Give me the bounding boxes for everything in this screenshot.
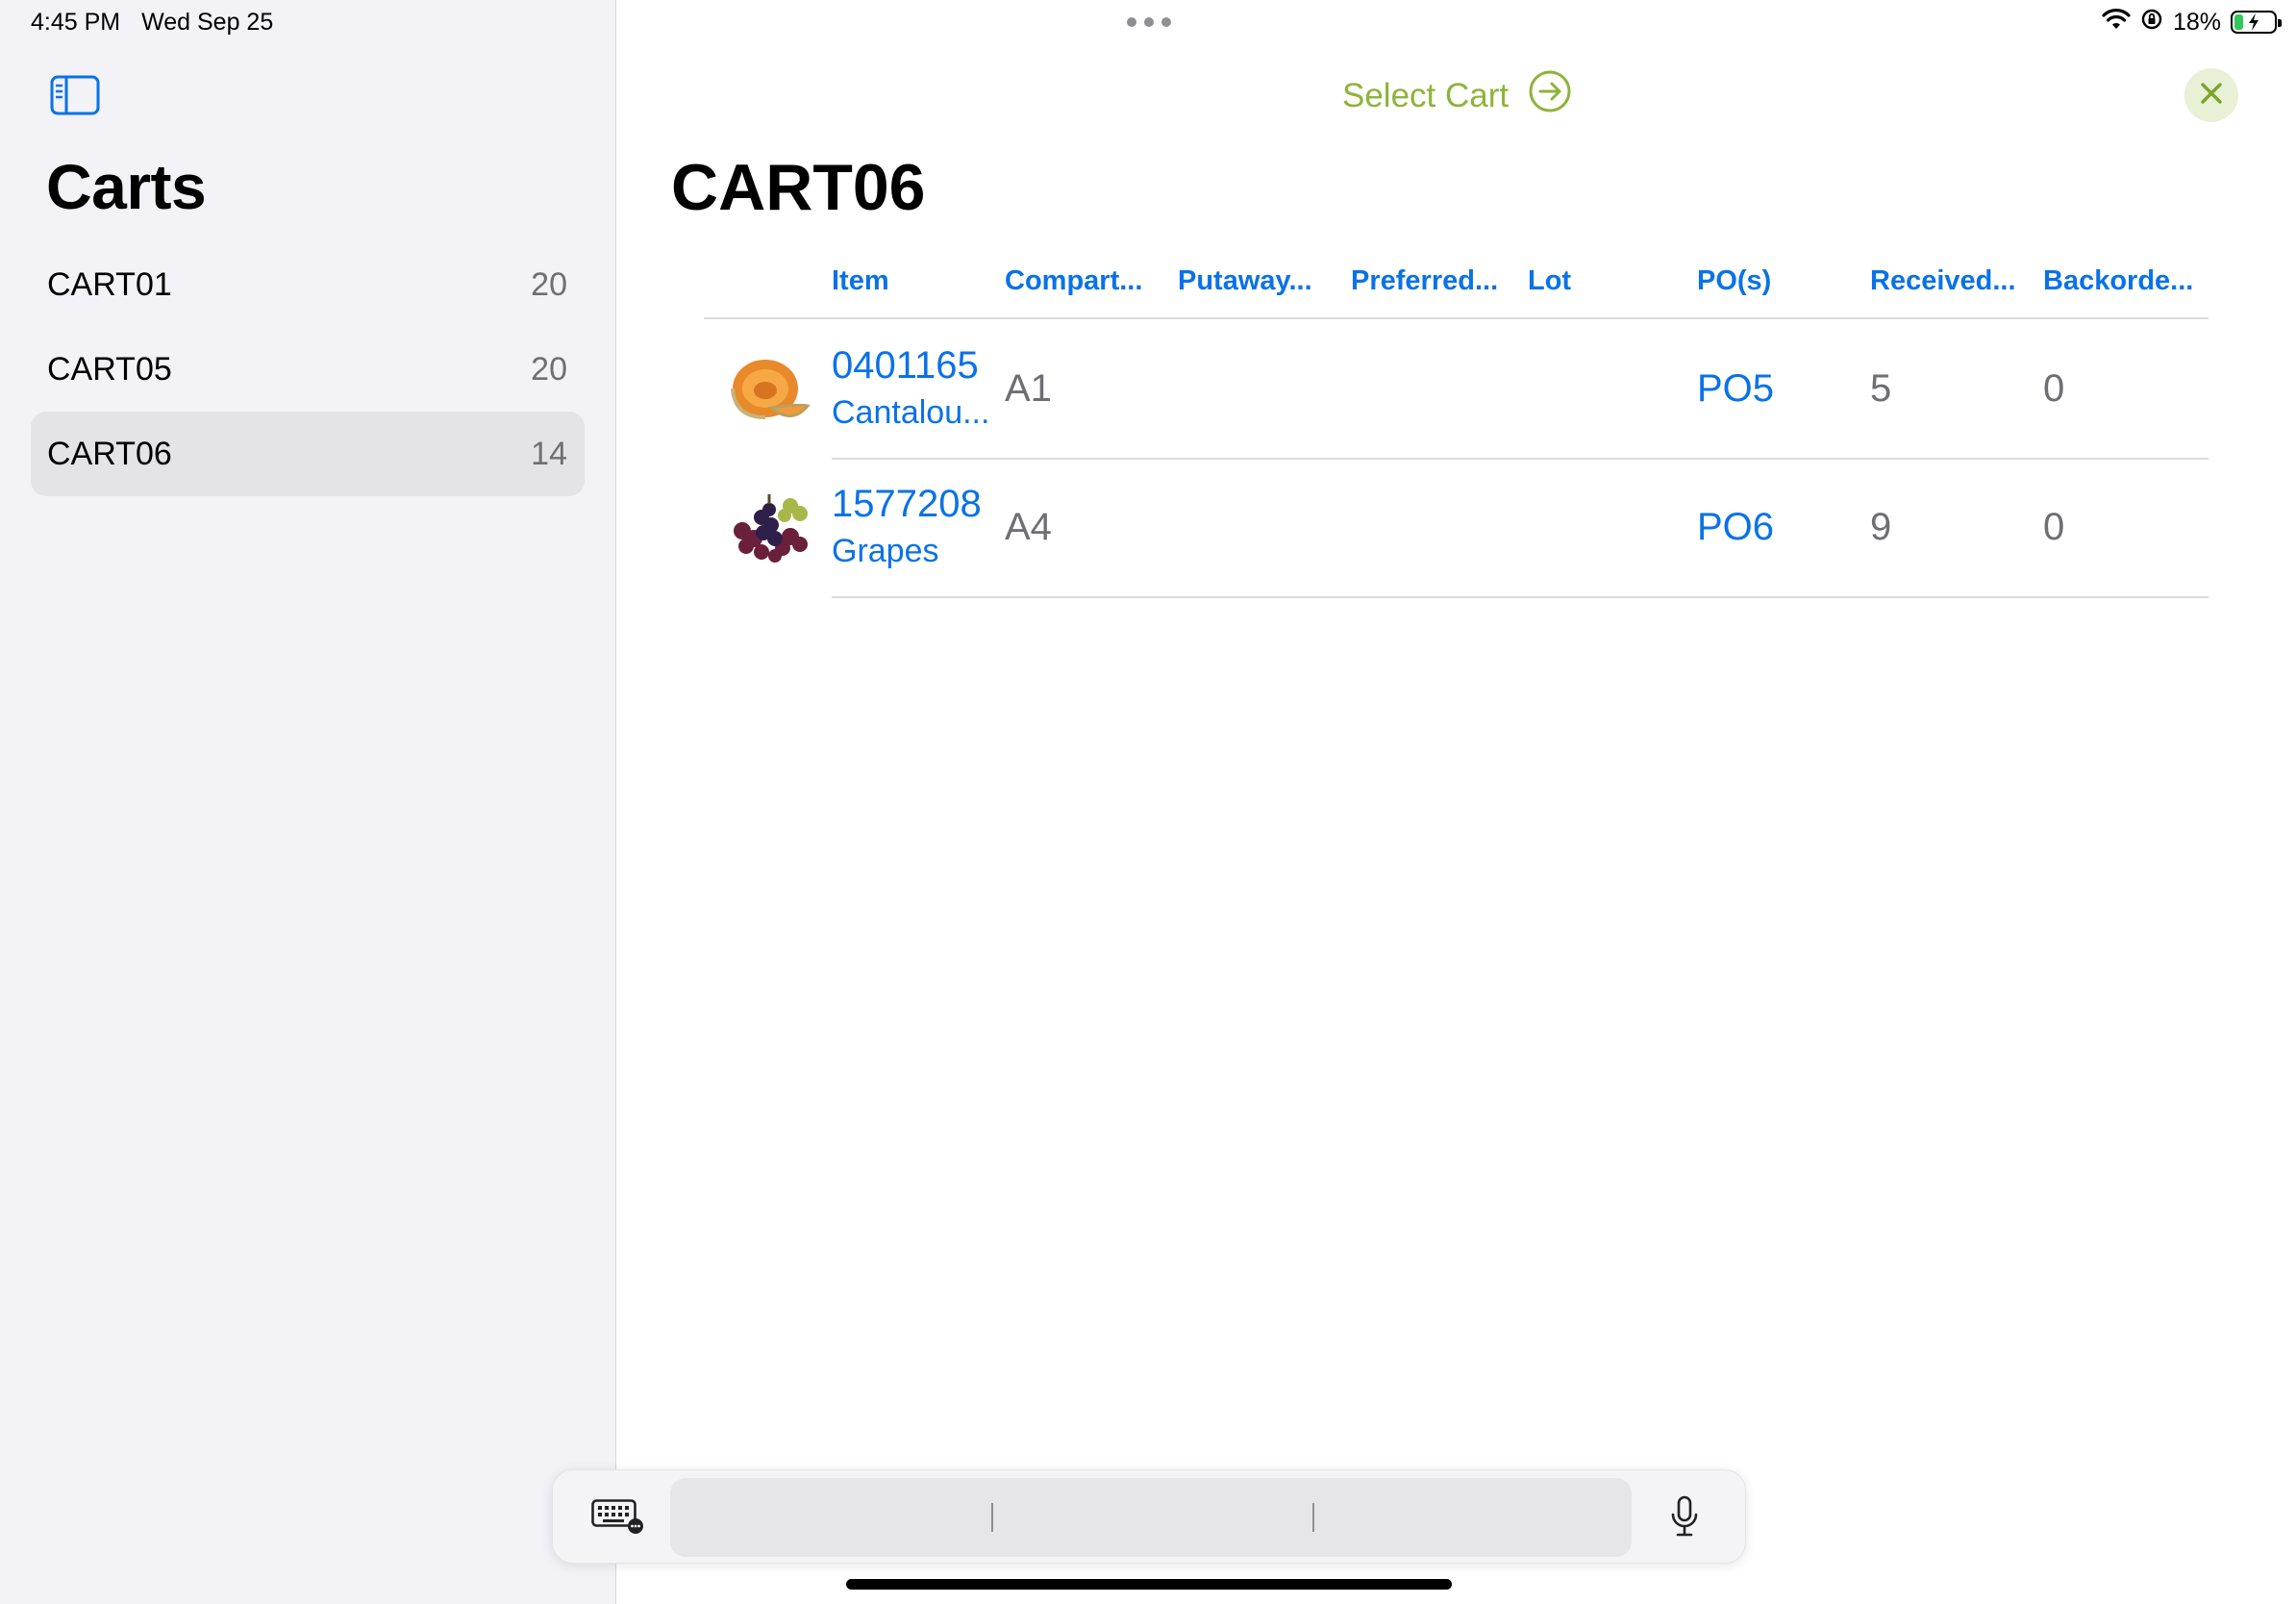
arrow-right-circle-icon: [1528, 69, 1572, 122]
close-button[interactable]: [2184, 68, 2238, 122]
sidebar-item-cart06[interactable]: CART06 14: [31, 412, 585, 496]
column-header-item[interactable]: Item: [832, 265, 889, 297]
table-row[interactable]: 1577208 Grapes A4 PO6 9 0: [704, 460, 2209, 598]
column-header-compartment[interactable]: Compart...: [1005, 265, 1142, 297]
status-bar-left: 4:45 PM Wed Sep 25: [31, 8, 273, 37]
sidebar-item-cart01[interactable]: CART01 20: [31, 242, 585, 327]
select-cart-button[interactable]: Select Cart: [1342, 69, 1572, 122]
column-header-lot[interactable]: Lot: [1528, 265, 1571, 297]
row-divider: [832, 596, 2209, 598]
suggestion-divider: [1312, 1503, 1314, 1532]
microphone-icon[interactable]: [1668, 1495, 1701, 1540]
cart-label: CART05: [47, 350, 172, 388]
sidebar-toggle-icon[interactable]: [50, 75, 100, 115]
grapes-image: [723, 489, 815, 569]
home-indicator[interactable]: [846, 1579, 1452, 1590]
keyboard-shortcut-bar: [552, 1469, 1746, 1564]
compartment-cell: A4: [1005, 506, 1052, 548]
item-number-link[interactable]: 1577208: [832, 483, 982, 526]
keyboard-icon[interactable]: [591, 1499, 645, 1534]
compartment-cell: A1: [1005, 367, 1052, 410]
status-date: Wed Sep 25: [141, 8, 274, 36]
cart-count: 14: [531, 435, 567, 472]
column-header-received[interactable]: Received...: [1870, 265, 2016, 297]
backorder-cell: 0: [2043, 506, 2065, 548]
po-link[interactable]: PO6: [1697, 506, 1774, 549]
orientation-lock-icon: [2140, 8, 2163, 38]
page-title: CART06: [671, 151, 926, 224]
cart-count: 20: [531, 350, 567, 388]
po-link[interactable]: PO5: [1697, 367, 1774, 411]
close-icon: [2199, 81, 2224, 111]
sidebar-item-cart05[interactable]: CART05 20: [31, 327, 585, 412]
received-cell: 5: [1870, 367, 1892, 410]
cart-label: CART06: [47, 435, 172, 472]
item-number-link[interactable]: 0401165: [832, 344, 979, 388]
battery-charging-icon: [2231, 11, 2282, 34]
suggestion-divider: [991, 1503, 993, 1532]
predictive-text-bar[interactable]: [670, 1478, 1632, 1557]
cart-list: CART01 20 CART05 20 CART06 14: [31, 242, 585, 496]
table-header: Item Compart... Putaway... Preferred... …: [704, 262, 2209, 319]
backorder-cell: 0: [2043, 367, 2065, 410]
cart-count: 20: [531, 265, 567, 303]
column-header-putaway[interactable]: Putaway...: [1178, 265, 1312, 297]
sidebar-title: Carts: [46, 151, 207, 222]
sidebar: Carts CART01 20 CART05 20 CART06 14: [0, 0, 616, 1604]
column-header-preferred[interactable]: Preferred...: [1351, 265, 1498, 297]
cantaloupe-image: [723, 350, 815, 431]
battery-percent: 18%: [2172, 8, 2221, 36]
status-time: 4:45 PM: [31, 8, 121, 36]
app-window: Carts CART01 20 CART05 20 CART06 14 4:45…: [0, 0, 2296, 1604]
cart-label: CART01: [47, 265, 172, 303]
wifi-icon: [2102, 8, 2131, 38]
select-cart-label: Select Cart: [1342, 76, 1510, 114]
table-row[interactable]: 0401165 Cantalou... A1 PO5 5 0: [704, 321, 2209, 460]
received-cell: 9: [1870, 506, 1892, 548]
item-name-link[interactable]: Cantalou...: [832, 394, 989, 432]
multitasking-dots-icon[interactable]: [1127, 17, 1171, 27]
item-name-link[interactable]: Grapes: [832, 533, 939, 570]
column-header-pos[interactable]: PO(s): [1697, 265, 1771, 297]
column-header-backorder[interactable]: Backorde...: [2043, 265, 2193, 297]
status-bar-right: 18%: [2102, 6, 2282, 38]
